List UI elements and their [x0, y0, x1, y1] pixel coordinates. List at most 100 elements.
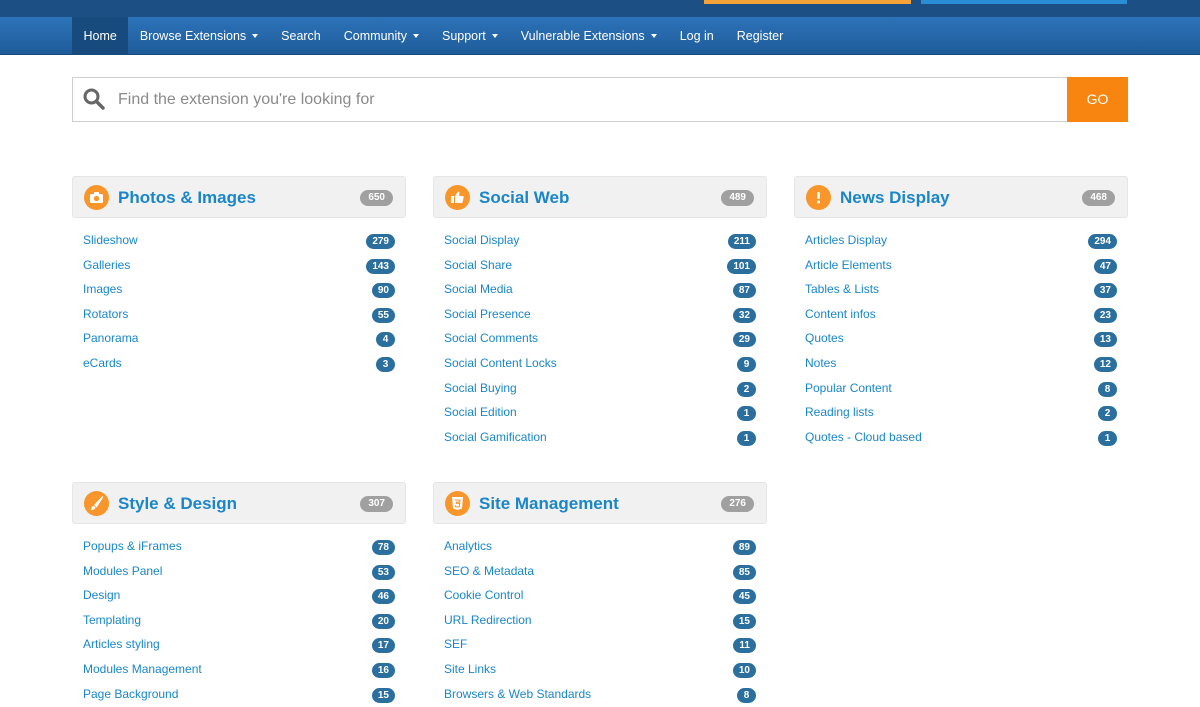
nav-search[interactable]: Search — [270, 17, 333, 55]
subcategory-link[interactable]: Cookie Control — [444, 588, 523, 602]
list-item: Notes 12 — [794, 352, 1128, 377]
category-header[interactable]: Photos & Images 650 — [72, 176, 406, 218]
category-title[interactable]: Photos & Images — [118, 177, 256, 219]
subcategory-list: Slideshow 279 Galleries 143 Images 90 Rotat… — [72, 229, 406, 377]
subcategory-link[interactable]: Content infos — [805, 307, 876, 321]
search-go-button[interactable]: GO — [1067, 77, 1128, 122]
header-blue-button[interactable] — [921, 0, 1127, 4]
subcategory-link[interactable]: Modules Panel — [83, 564, 162, 578]
nav-community-label: Community — [343, 29, 407, 43]
category-header[interactable]: Social Web 489 — [433, 176, 767, 218]
subcategory-link[interactable]: Social Comments — [444, 331, 538, 345]
nav-browse-label: Browse Extensions — [139, 29, 247, 43]
list-item: Social Buying 2 — [433, 377, 767, 402]
category-news-display: News Display 468 Articles Display 294 Art… — [794, 176, 1128, 450]
category-count-badge: 307 — [360, 496, 393, 512]
list-item: Quotes - Cloud based 1 — [794, 426, 1128, 451]
list-item: Popups & iFrames 78 — [72, 535, 406, 560]
caret-down-icon — [412, 34, 419, 38]
subcategory-link[interactable]: Articles Display — [805, 233, 887, 247]
list-item: Social Media 87 — [433, 278, 767, 303]
nav-login[interactable]: Log in — [668, 17, 725, 55]
subcategory-link[interactable]: eCards — [83, 356, 122, 370]
caret-down-icon — [252, 34, 259, 38]
subcategory-link[interactable]: Page Background — [83, 687, 178, 701]
subcategory-link[interactable]: Galleries — [83, 258, 130, 272]
list-item: Tables & Lists 37 — [794, 278, 1128, 303]
category-title[interactable]: News Display — [840, 177, 950, 219]
subcategory-link[interactable]: Quotes — [805, 331, 844, 345]
subcategory-count-badge: 46 — [371, 589, 395, 605]
subcategory-link[interactable]: Social Gamification — [444, 430, 547, 444]
subcategory-link[interactable]: Popups & iFrames — [83, 539, 182, 553]
subcategory-link[interactable]: Social Presence — [444, 307, 531, 321]
category-header[interactable]: News Display 468 — [794, 176, 1128, 218]
list-item: Social Comments 29 — [433, 327, 767, 352]
subcategory-count-badge: 78 — [371, 540, 395, 555]
category-title[interactable]: Site Management — [479, 483, 619, 525]
list-item: SEO & Metadata 85 — [433, 560, 767, 585]
subcategory-count-badge: 1 — [737, 406, 756, 422]
subcategory-link[interactable]: Slideshow — [83, 233, 138, 247]
search-bar: GO — [72, 77, 1128, 122]
nav-community[interactable]: Community — [332, 17, 430, 55]
search-icon — [83, 88, 105, 110]
nav-register[interactable]: Register — [725, 17, 795, 55]
subcategory-link[interactable]: Modules Management — [83, 662, 202, 676]
nav-support[interactable]: Support — [430, 17, 509, 55]
subcategory-count-badge: 9 — [737, 356, 756, 372]
subcategory-link[interactable]: Social Share — [444, 258, 512, 272]
subcategory-count-badge: 294 — [1088, 234, 1117, 249]
subcategory-link[interactable]: Social Edition — [444, 405, 517, 419]
subcategory-link[interactable]: Social Buying — [444, 381, 517, 395]
category-header[interactable]: Style & Design 307 — [72, 482, 406, 524]
subcategory-link[interactable]: SEF — [444, 637, 467, 651]
subcategory-link[interactable]: Rotators — [83, 307, 128, 321]
nav-register-label: Register — [736, 29, 784, 43]
category-count-badge: 468 — [1082, 190, 1115, 206]
subcategory-link[interactable]: Social Media — [444, 282, 513, 296]
category-title[interactable]: Social Web — [479, 177, 569, 219]
subcategory-count-badge: 89 — [732, 540, 756, 555]
subcategory-count-badge: 8 — [737, 687, 756, 703]
nav-browse-extensions[interactable]: Browse Extensions — [128, 17, 269, 55]
top-header-strip — [0, 0, 1200, 17]
subcategory-link[interactable]: Analytics — [444, 539, 492, 553]
search-input[interactable] — [118, 78, 1068, 121]
list-item: Site Links 10 — [433, 658, 767, 683]
subcategory-link[interactable]: Templating — [83, 613, 141, 627]
subcategory-link[interactable]: Panorama — [83, 331, 138, 345]
subcategory-link[interactable]: Popular Content — [805, 381, 892, 395]
subcategory-count-badge: 45 — [732, 589, 756, 605]
category-title[interactable]: Style & Design — [118, 483, 237, 525]
subcategory-link[interactable]: Article Elements — [805, 258, 892, 272]
subcategory-link[interactable]: Social Display — [444, 233, 519, 247]
category-header[interactable]: Site Management 276 — [433, 482, 767, 524]
nav-vulnerable-extensions[interactable]: Vulnerable Extensions — [509, 17, 668, 55]
subcategory-link[interactable]: Images — [83, 282, 122, 296]
main-navbar: Home Browse Extensions Search Community … — [0, 17, 1200, 55]
list-item: Social Presence 32 — [433, 303, 767, 328]
list-item: Social Display 211 — [433, 229, 767, 254]
subcategory-link[interactable]: Browsers & Web Standards — [444, 687, 591, 701]
subcategory-link[interactable]: Articles styling — [83, 637, 160, 651]
subcategory-count-badge: 11 — [733, 638, 756, 654]
subcategory-link[interactable]: Social Content Locks — [444, 356, 557, 370]
subcategory-count-badge: 8 — [1098, 381, 1117, 397]
nav-vulnerable-label: Vulnerable Extensions — [520, 29, 645, 43]
subcategory-link[interactable]: SEO & Metadata — [444, 564, 534, 578]
subcategory-link[interactable]: Notes — [805, 356, 836, 370]
subcategory-link[interactable]: Tables & Lists — [805, 282, 879, 296]
subcategory-count-badge: 90 — [371, 283, 395, 299]
subcategory-link[interactable]: URL Redirection — [444, 613, 532, 627]
nav-home[interactable]: Home — [72, 17, 129, 55]
header-orange-button[interactable] — [704, 0, 911, 4]
subcategory-link[interactable]: Design — [83, 588, 120, 602]
category-site-management: Site Management 276 Analytics 89 SEO & Me… — [433, 482, 767, 707]
nav-menu: Home Browse Extensions Search Community … — [72, 17, 795, 55]
subcategory-link[interactable]: Reading lists — [805, 405, 874, 419]
subcategory-count-badge: 32 — [732, 307, 756, 323]
subcategory-link[interactable]: Site Links — [444, 662, 496, 676]
subcategory-link[interactable]: Quotes - Cloud based — [805, 430, 922, 444]
list-item: Reading lists 2 — [794, 401, 1128, 426]
